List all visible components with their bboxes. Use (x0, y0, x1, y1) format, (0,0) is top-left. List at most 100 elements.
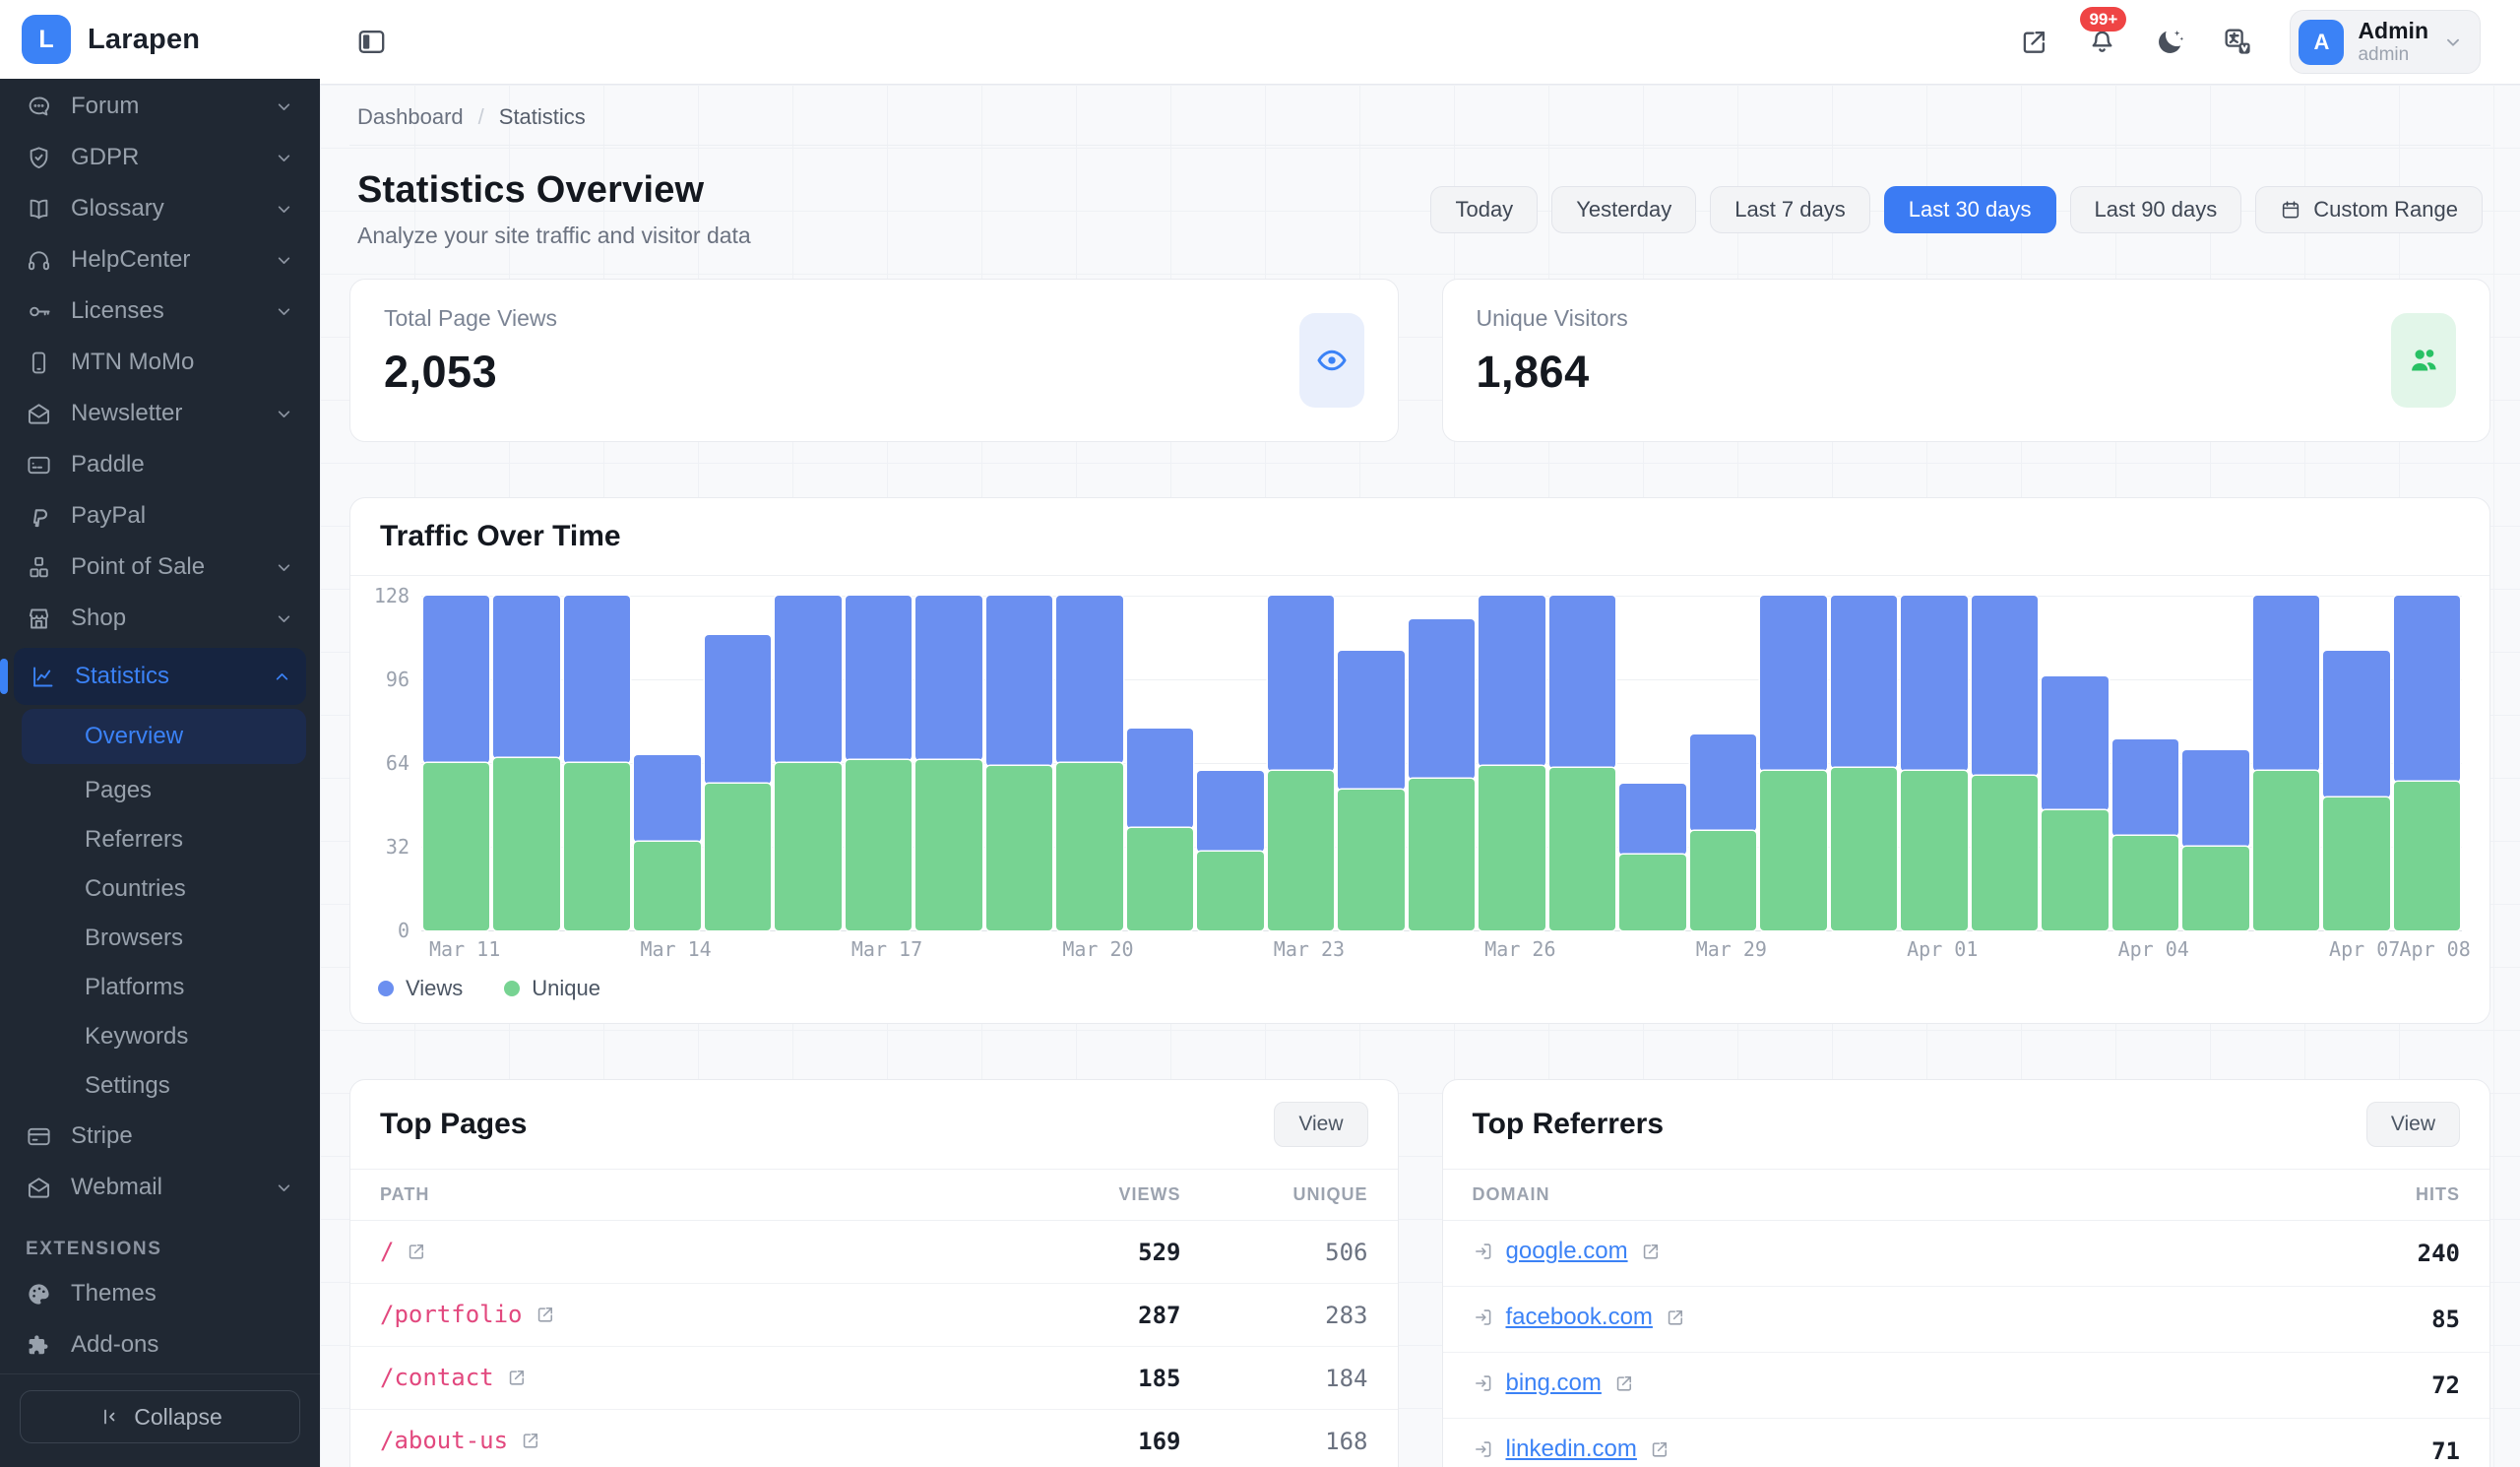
unique-segment (1901, 771, 1967, 930)
bar-mar-31[interactable] (1831, 596, 1897, 930)
user-menu[interactable]: A Admin admin (2290, 10, 2481, 73)
sidebar-item-label: Stripe (71, 1122, 294, 1150)
bar-mar-22[interactable] (1197, 596, 1263, 930)
bar-mar-16[interactable] (775, 596, 841, 930)
sidebar-item-forum[interactable]: Forum (0, 81, 320, 132)
top-referrers-view-button[interactable]: View (2366, 1102, 2460, 1147)
bar-mar-20[interactable] (1056, 596, 1122, 930)
breadcrumb-dashboard[interactable]: Dashboard (357, 104, 464, 130)
views-segment (423, 596, 489, 763)
bar-mar-25[interactable] (1409, 596, 1475, 930)
login-icon (1473, 1241, 1494, 1262)
legend-item-unique: Unique (504, 976, 600, 1001)
range-button-last-30-days[interactable]: Last 30 days (1884, 186, 2056, 233)
page-path-link[interactable]: /portfolio (380, 1301, 556, 1328)
bar-mar-28[interactable] (1619, 596, 1685, 930)
sidebar-subitem-platforms[interactable]: Platforms (0, 963, 320, 1012)
bar-apr-04[interactable] (2112, 596, 2178, 930)
range-button-today[interactable]: Today (1430, 186, 1538, 233)
bar-mar-13[interactable] (564, 596, 630, 930)
bar-mar-30[interactable] (1760, 596, 1826, 930)
referrer-link[interactable]: linkedin.com (1506, 1435, 1637, 1463)
bar-mar-19[interactable] (986, 596, 1052, 930)
bar-mar-12[interactable] (493, 596, 559, 930)
bar-mar-27[interactable] (1549, 596, 1615, 930)
book-icon (26, 196, 52, 223)
sidebar-item-glossary[interactable]: Glossary (0, 183, 320, 234)
bar-apr-08[interactable] (2394, 596, 2460, 930)
bar-mar-26[interactable] (1479, 596, 1544, 930)
bar-mar-17[interactable] (846, 596, 912, 930)
chevron-down-icon (274, 404, 294, 424)
sidebar-item-helpcenter[interactable]: HelpCenter (0, 234, 320, 286)
bar-apr-05[interactable] (2182, 596, 2248, 930)
range-button-custom-range[interactable]: Custom Range (2255, 186, 2483, 233)
sidebar-item-webmail[interactable]: Webmail (0, 1162, 320, 1213)
sidebar-subitem-browsers[interactable]: Browsers (0, 914, 320, 963)
sidebar-item-statistics[interactable]: Statistics (14, 648, 306, 705)
bar-apr-03[interactable] (2042, 596, 2108, 930)
paypal-icon (26, 503, 52, 530)
range-button-last-90-days[interactable]: Last 90 days (2070, 186, 2242, 233)
sidebar-subitem-pages[interactable]: Pages (0, 766, 320, 815)
sidebar-item-themes[interactable]: Themes (0, 1268, 320, 1319)
sidebar-item-gdpr[interactable]: GDPR (0, 132, 320, 183)
unique-segment (846, 760, 912, 930)
sidebar-item-mtn-momo[interactable]: MTN MoMo (0, 337, 320, 388)
bar-apr-06[interactable] (2253, 596, 2319, 930)
views-segment (493, 596, 559, 758)
open-site-icon[interactable] (2018, 26, 2050, 58)
unique-segment (1197, 852, 1263, 930)
sidebar-toggle-icon[interactable] (355, 26, 388, 58)
bar-mar-21[interactable] (1127, 596, 1193, 930)
chart-plot-area (421, 596, 2462, 930)
collapse-sidebar-button[interactable]: Collapse (20, 1390, 300, 1443)
bar-mar-29[interactable] (1690, 596, 1756, 930)
referrer-link[interactable]: facebook.com (1506, 1304, 1653, 1331)
sidebar-subitem-settings[interactable]: Settings (0, 1061, 320, 1111)
dark-mode-icon[interactable] (2154, 26, 2186, 58)
views-segment (1409, 619, 1475, 779)
sidebar-item-licenses[interactable]: Licenses (0, 286, 320, 337)
sidebar-item-add-ons[interactable]: Add-ons (0, 1319, 320, 1371)
page-path-link[interactable]: /contact (380, 1364, 528, 1391)
sidebar-subitem-overview[interactable]: Overview (22, 709, 306, 764)
brand[interactable]: L Larapen (0, 0, 320, 79)
bar-mar-11[interactable] (423, 596, 489, 930)
bar-apr-02[interactable] (1972, 596, 2038, 930)
bar-apr-01[interactable] (1901, 596, 1967, 930)
page-path-link[interactable]: /about-us (380, 1427, 541, 1454)
range-button-last-7-days[interactable]: Last 7 days (1710, 186, 1870, 233)
sidebar-item-point-of-sale[interactable]: Point of Sale (0, 542, 320, 593)
sidebar-section-extensions: EXTENSIONS (0, 1213, 320, 1268)
bar-mar-15[interactable] (705, 596, 771, 930)
sidebar-footer: Collapse (0, 1373, 320, 1467)
sidebar-item-newsletter[interactable]: Newsletter (0, 388, 320, 439)
sidebar-subitem-countries[interactable]: Countries (0, 864, 320, 914)
bar-mar-18[interactable] (915, 596, 981, 930)
notifications-button[interactable]: 99+ (2086, 24, 2118, 61)
sidebar: L Larapen ForumGDPRGlossaryHelpCenterLic… (0, 0, 320, 1467)
bars-container (421, 596, 2462, 930)
sidebar-item-paypal[interactable]: PayPal (0, 490, 320, 542)
unique-segment (915, 760, 981, 930)
sidebar-item-paddle[interactable]: Paddle (0, 439, 320, 490)
bar-apr-07[interactable] (2323, 596, 2389, 930)
bar-mar-24[interactable] (1338, 596, 1404, 930)
top-pages-view-button[interactable]: View (1274, 1102, 1367, 1147)
table-row: facebook.com 85 (1443, 1287, 2490, 1353)
sidebar-item-shop[interactable]: Shop (0, 593, 320, 644)
user-role: admin (2358, 44, 2428, 66)
language-icon[interactable] (2222, 26, 2254, 58)
page-path-link[interactable]: / (380, 1238, 427, 1265)
chart-title: Traffic Over Time (350, 498, 2489, 576)
bar-mar-14[interactable] (634, 596, 700, 930)
referrer-link[interactable]: google.com (1506, 1238, 1628, 1265)
range-button-yesterday[interactable]: Yesterday (1551, 186, 1696, 233)
referrer-link[interactable]: bing.com (1506, 1370, 1602, 1397)
sidebar-subitem-keywords[interactable]: Keywords (0, 1012, 320, 1061)
unique-segment (1409, 779, 1475, 930)
sidebar-item-stripe[interactable]: Stripe (0, 1111, 320, 1162)
sidebar-subitem-referrers[interactable]: Referrers (0, 815, 320, 864)
bar-mar-23[interactable] (1268, 596, 1334, 930)
